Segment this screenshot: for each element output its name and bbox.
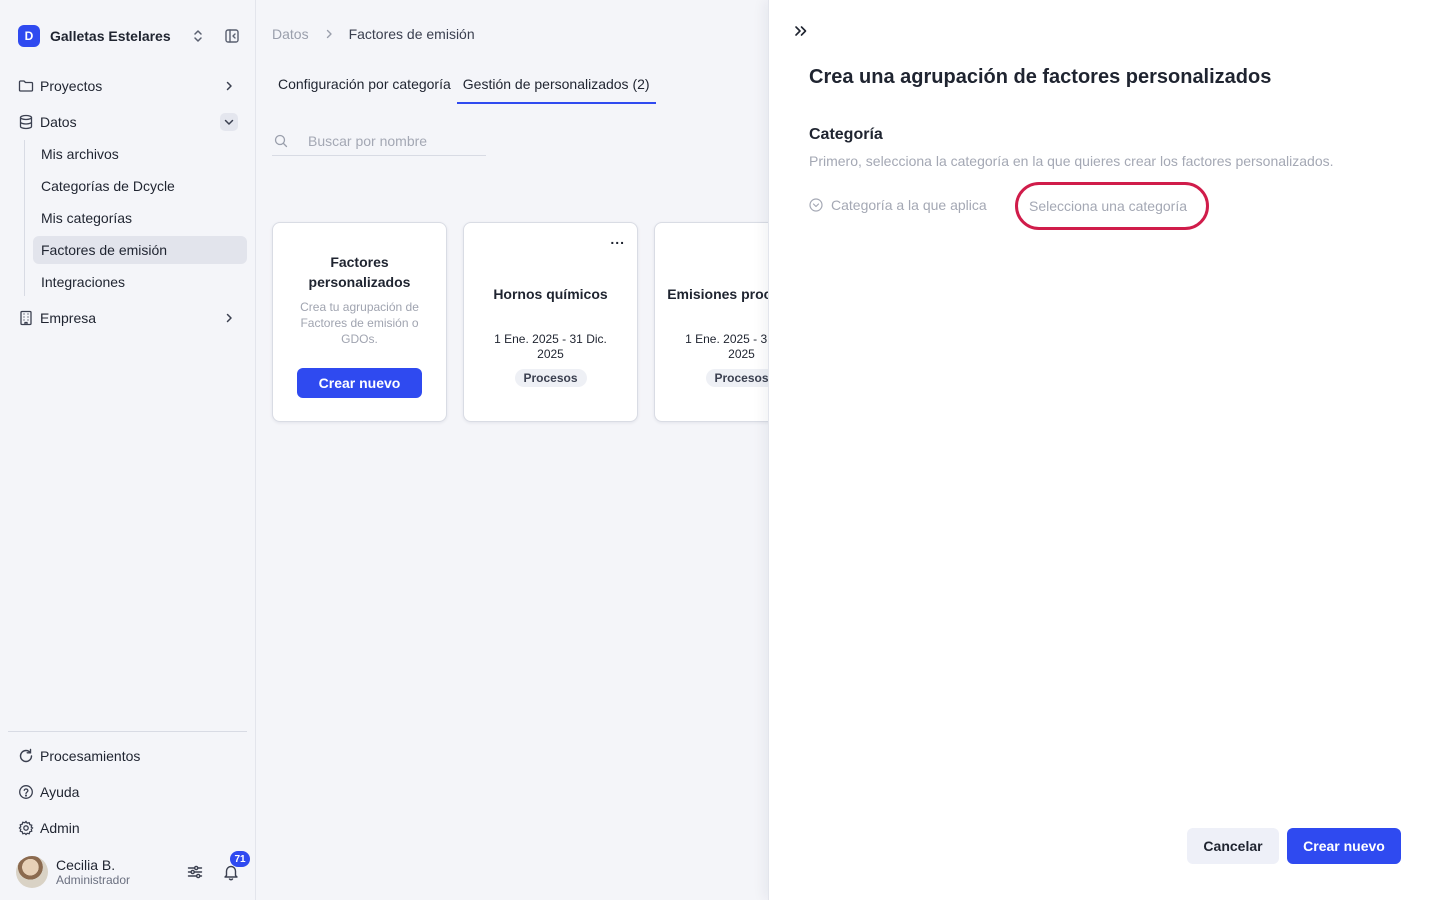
category-field-label: Categoría a la que aplica xyxy=(809,197,987,213)
sidebar-subitem-mis-archivos[interactable]: Mis archivos xyxy=(33,140,247,168)
tab-gestion-personalizados[interactable]: Gestión de personalizados (2) xyxy=(456,72,656,104)
chevron-down-icon[interactable] xyxy=(220,113,238,131)
sidebar-item-label: Ayuda xyxy=(40,784,80,800)
building-icon xyxy=(20,310,32,326)
sidebar: D Galletas Estelares Proyectos Datos Mis… xyxy=(0,0,256,900)
folder-icon xyxy=(18,80,34,92)
help-icon xyxy=(19,785,33,799)
field-label-text: Categoría a la que aplica xyxy=(831,197,987,213)
sidebar-subitem-factores-emision[interactable]: Factores de emisión xyxy=(33,236,247,264)
custom-factor-card[interactable]: ... Hornos químicos 1 Ene. 2025 - 31 Dic… xyxy=(463,222,638,422)
user-role: Administrador xyxy=(56,872,131,887)
tab-bar: Configuración por categoría Gestión de p… xyxy=(272,72,656,104)
user-name: Cecilia B. xyxy=(56,856,116,873)
sidebar-item-label: Admin xyxy=(40,820,80,836)
sidebar-item-datos[interactable]: Datos xyxy=(10,108,246,136)
sidebar-subitem-categorias-dcycle[interactable]: Categorías de Dcycle xyxy=(33,172,247,200)
tab-configuracion-categoria[interactable]: Configuración por categoría xyxy=(272,72,457,104)
double-chevron-right-icon[interactable] xyxy=(793,22,809,40)
create-new-card-button[interactable]: Crear nuevo xyxy=(297,368,422,398)
create-grouping-panel: Crea una agrupación de factores personal… xyxy=(768,0,1440,900)
section-title: Categoría xyxy=(809,126,883,143)
user-profile[interactable]: Cecilia B. Administrador 71 xyxy=(16,851,250,889)
org-switcher[interactable]: D Galletas Estelares xyxy=(18,24,240,48)
cancel-button[interactable]: Cancelar xyxy=(1187,828,1279,864)
org-name: Galletas Estelares xyxy=(50,28,171,44)
section-description: Primero, selecciona la categoría en la q… xyxy=(809,153,1334,169)
submenu-guide-line xyxy=(24,140,25,296)
sidebar-collapse-icon[interactable] xyxy=(224,28,240,44)
sidebar-divider xyxy=(8,731,247,732)
search-icon xyxy=(274,134,288,147)
create-new-button[interactable]: Crear nuevo xyxy=(1287,828,1401,864)
card-title: Emisiones proceso de xyxy=(667,286,768,302)
notifications-button[interactable]: 71 xyxy=(222,851,250,881)
chevron-circle-icon xyxy=(809,198,823,212)
card-date-range: 1 Ene. 2025 - 31 Dic. 2025 xyxy=(685,332,768,361)
create-custom-card: Factores personalizados Crea tu agrupaci… xyxy=(272,222,447,422)
chevron-right-icon[interactable] xyxy=(220,77,238,95)
database-icon xyxy=(19,114,33,130)
panel-title: Crea una agrupación de factores personal… xyxy=(809,66,1272,88)
search-input[interactable] xyxy=(308,132,478,149)
sidebar-item-empresa[interactable]: Empresa xyxy=(10,304,246,332)
custom-factor-card[interactable]: Emisiones proceso de 1 Ene. 2025 - 31 Di… xyxy=(654,222,768,422)
sidebar-item-procesamientos[interactable]: Procesamientos xyxy=(10,742,246,770)
chevron-right-icon[interactable] xyxy=(220,309,238,327)
refresh-icon xyxy=(19,748,33,763)
breadcrumb-current: Factores de emisión xyxy=(348,26,475,42)
search-field[interactable] xyxy=(272,126,486,156)
main-content: Datos Factores de emisión Configuración … xyxy=(256,0,768,900)
card-title: Hornos químicos xyxy=(493,286,608,302)
card-description: Crea tu agrupación de Factores de emisió… xyxy=(300,300,419,346)
breadcrumb-datos[interactable]: Datos xyxy=(272,26,309,42)
sidebar-subitem-mis-categorias[interactable]: Mis categorías xyxy=(33,204,247,232)
card-category-tag: Procesos xyxy=(705,369,768,387)
sidebar-item-proyectos[interactable]: Proyectos xyxy=(10,72,246,100)
avatar xyxy=(16,856,48,888)
card-category-tag: Procesos xyxy=(514,369,587,387)
category-select[interactable]: Selecciona una categoría xyxy=(1015,182,1209,230)
settings-sliders-icon[interactable] xyxy=(186,863,204,881)
sidebar-item-label: Proyectos xyxy=(40,78,103,94)
card-menu-button[interactable]: ... xyxy=(610,231,625,247)
chevron-up-down-icon[interactable] xyxy=(190,28,206,44)
gear-icon xyxy=(18,820,34,836)
sidebar-item-label: Procesamientos xyxy=(40,748,141,764)
sidebar-item-label: Datos xyxy=(40,114,77,130)
card-date-range: 1 Ene. 2025 - 31 Dic. 2025 xyxy=(494,332,607,361)
sidebar-item-label: Empresa xyxy=(40,310,97,326)
org-logo: D xyxy=(18,25,40,47)
card-title: Factores personalizados xyxy=(308,254,411,290)
sidebar-item-admin[interactable]: Admin xyxy=(10,814,246,842)
sidebar-subitem-integraciones[interactable]: Integraciones xyxy=(33,268,247,296)
notification-count-badge: 71 xyxy=(230,851,250,867)
sidebar-item-ayuda[interactable]: Ayuda xyxy=(10,778,246,806)
breadcrumb: Datos Factores de emisión xyxy=(272,24,475,44)
chevron-right-icon xyxy=(326,29,332,39)
